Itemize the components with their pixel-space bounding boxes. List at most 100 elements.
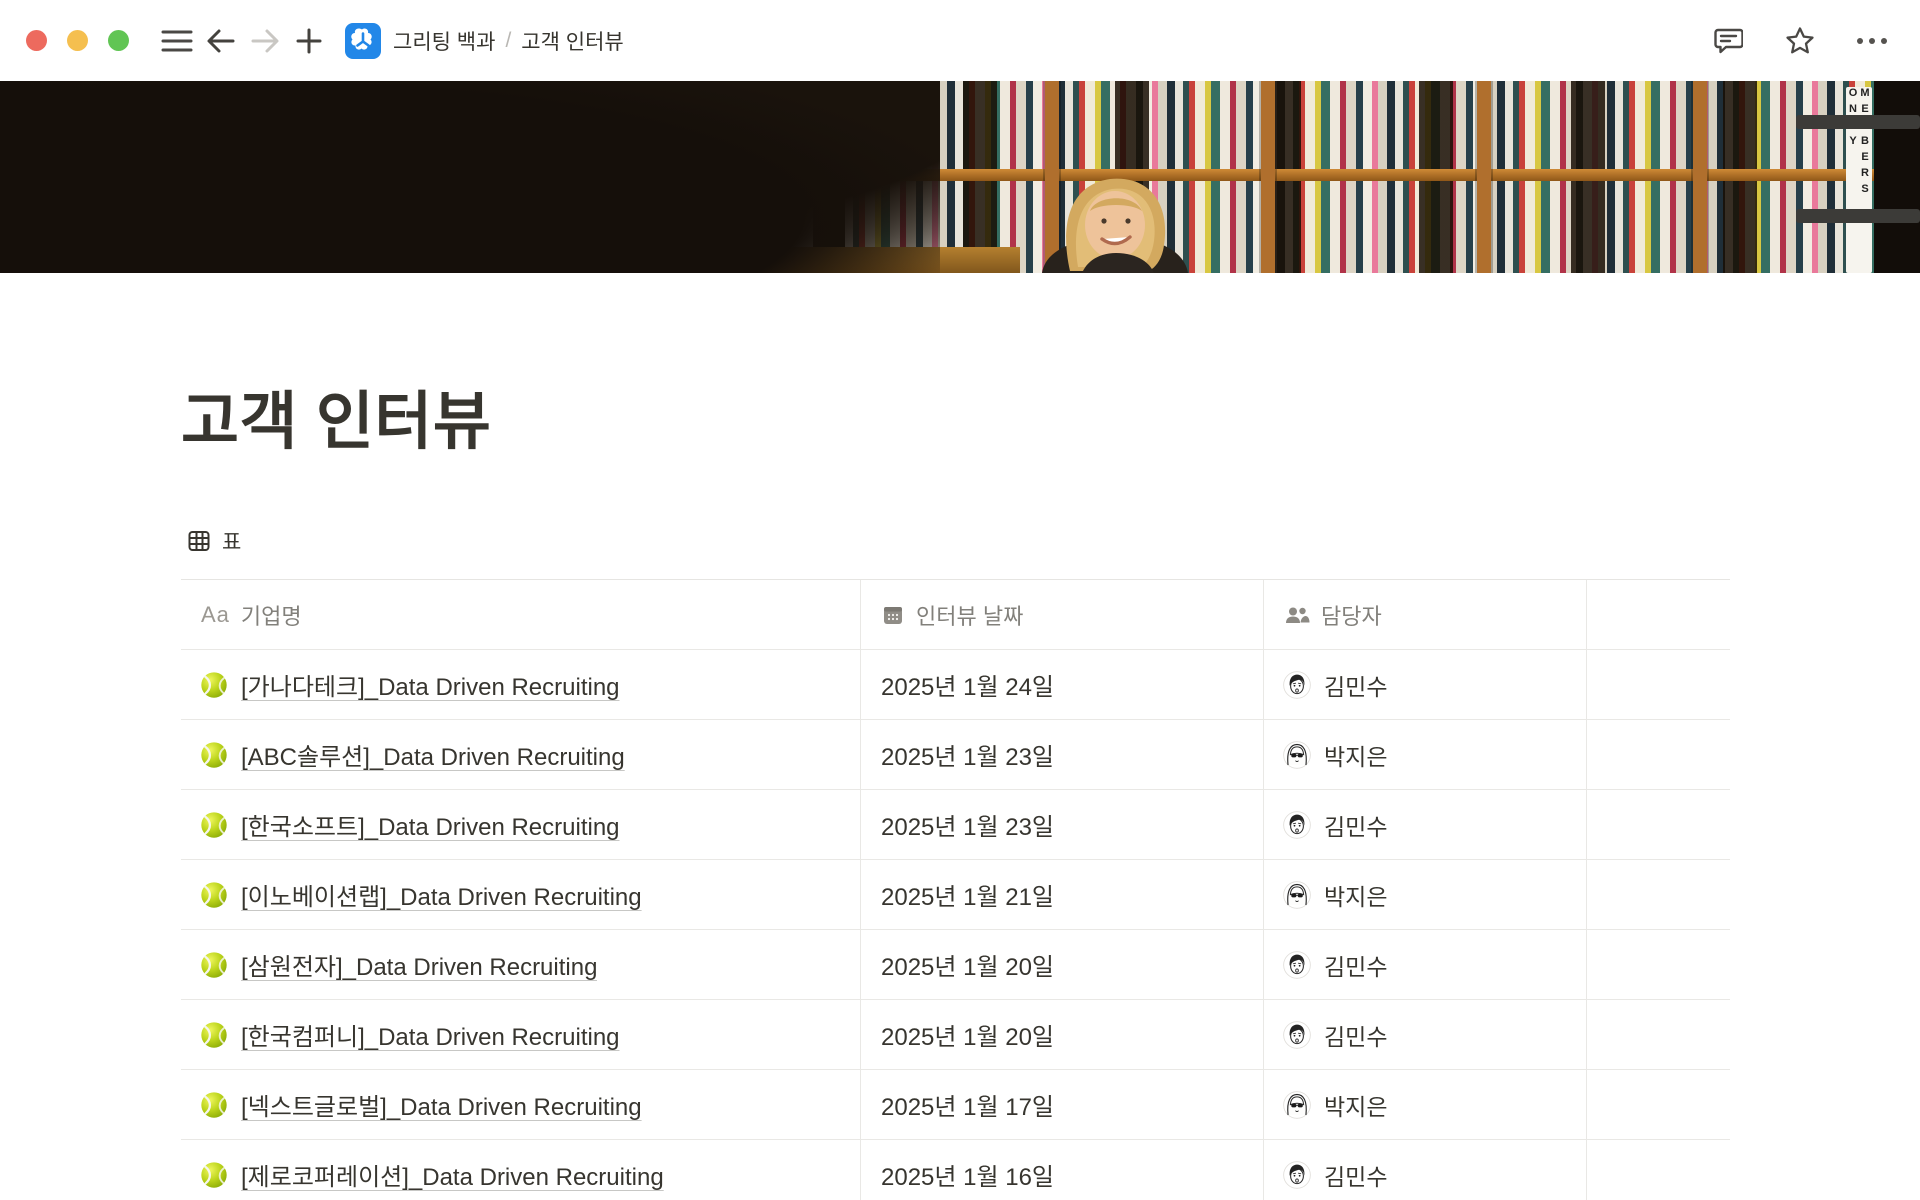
database-table: Aa 기업명 인터뷰 날짜 담당자 — [181, 580, 1730, 1200]
view-tabs: 표 — [181, 523, 1920, 559]
assignee-name: 박지은 — [1324, 1088, 1387, 1122]
tennis-ball-icon — [200, 1091, 228, 1119]
assignee-cell[interactable]: 김민수 — [1264, 650, 1587, 719]
company-cell[interactable]: [삼원전자]_Data Driven Recruiting — [181, 930, 861, 999]
assignee-name: 김민수 — [1324, 808, 1387, 842]
company-cell[interactable]: [넥스트글로벌]_Data Driven Recruiting — [181, 1070, 861, 1139]
table-view-icon — [187, 529, 211, 553]
assignee-name: 박지은 — [1324, 738, 1387, 772]
zoom-window-button[interactable] — [108, 30, 129, 51]
column-header-assignee[interactable]: 담당자 — [1264, 580, 1587, 649]
table-row: [제로코퍼레이션]_Data Driven Recruiting 2025년 1… — [181, 1140, 1730, 1200]
text-property-icon: Aa — [201, 602, 230, 628]
empty-cell[interactable] — [1587, 860, 1730, 929]
table-body: [가나다테크]_Data Driven Recruiting 2025년 1월 … — [181, 650, 1730, 1200]
app-window: 그리팅 백과 / 고객 인터뷰 — [0, 0, 1920, 1200]
page-title[interactable]: 고객 인터뷰 — [181, 385, 1920, 459]
assignee-avatar — [1283, 1091, 1311, 1119]
more-options-icon[interactable] — [1850, 19, 1894, 63]
tennis-ball-icon — [200, 951, 228, 979]
company-cell[interactable]: [한국컴퍼니]_Data Driven Recruiting — [181, 1000, 861, 1069]
assignee-cell[interactable]: 김민수 — [1264, 790, 1587, 859]
assignee-cell[interactable]: 김민수 — [1264, 1140, 1587, 1200]
window-controls — [26, 30, 129, 51]
company-link[interactable]: [가나다테크]_Data Driven Recruiting — [241, 667, 620, 702]
company-link[interactable]: [넥스트글로벌]_Data Driven Recruiting — [241, 1087, 642, 1122]
column-header-empty[interactable] — [1587, 580, 1730, 649]
tab-table-view[interactable]: 표 — [181, 524, 247, 558]
company-link[interactable]: [이노베이션랩]_Data Driven Recruiting — [241, 877, 642, 912]
page-cover-image[interactable]: MEMBERS ONLY — [0, 81, 1920, 273]
breadcrumb-separator: / — [505, 29, 511, 53]
assignee-avatar — [1283, 1161, 1311, 1189]
comments-icon[interactable] — [1706, 19, 1750, 63]
empty-cell[interactable] — [1587, 930, 1730, 999]
empty-cell[interactable] — [1587, 1070, 1730, 1139]
workspace-logo-icon[interactable] — [345, 23, 381, 59]
forward-icon[interactable] — [243, 19, 287, 63]
assignee-name: 김민수 — [1324, 948, 1387, 982]
assignee-cell[interactable]: 김민수 — [1264, 930, 1587, 999]
tennis-ball-icon — [200, 1161, 228, 1189]
sidebar-menu-icon[interactable] — [155, 19, 199, 63]
assignee-cell[interactable]: 박지은 — [1264, 1070, 1587, 1139]
close-window-button[interactable] — [26, 30, 47, 51]
interview-date: 2025년 1월 21일 — [881, 877, 1054, 912]
company-cell[interactable]: [한국소프트]_Data Driven Recruiting — [181, 790, 861, 859]
empty-cell[interactable] — [1587, 650, 1730, 719]
company-link[interactable]: [ABC솔루션]_Data Driven Recruiting — [241, 737, 625, 772]
date-cell[interactable]: 2025년 1월 24일 — [861, 650, 1264, 719]
date-cell[interactable]: 2025년 1월 20일 — [861, 930, 1264, 999]
company-link[interactable]: [한국소프트]_Data Driven Recruiting — [241, 807, 620, 842]
date-cell[interactable]: 2025년 1월 23일 — [861, 790, 1264, 859]
table-row: [한국컴퍼니]_Data Driven Recruiting 2025년 1월 … — [181, 1000, 1730, 1070]
people-icon — [1284, 603, 1310, 627]
calendar-icon — [881, 603, 905, 627]
date-cell[interactable]: 2025년 1월 16일 — [861, 1140, 1264, 1200]
column-header-date[interactable]: 인터뷰 날짜 — [861, 580, 1264, 649]
toolbar-right — [1706, 19, 1894, 63]
page-body: 고객 인터뷰 표 Aa 기업명 인터뷰 날짜 담당자 — [0, 273, 1920, 1200]
tennis-ball-icon — [200, 671, 228, 699]
assignee-cell[interactable]: 박지은 — [1264, 860, 1587, 929]
empty-cell[interactable] — [1587, 790, 1730, 859]
column-header-date-label: 인터뷰 날짜 — [916, 599, 1023, 631]
back-icon[interactable] — [199, 19, 243, 63]
company-link[interactable]: [제로코퍼레이션]_Data Driven Recruiting — [241, 1157, 664, 1192]
tennis-ball-icon — [200, 881, 228, 909]
date-cell[interactable]: 2025년 1월 23일 — [861, 720, 1264, 789]
table-row: [가나다테크]_Data Driven Recruiting 2025년 1월 … — [181, 650, 1730, 720]
date-cell[interactable]: 2025년 1월 20일 — [861, 1000, 1264, 1069]
company-cell[interactable]: [가나다테크]_Data Driven Recruiting — [181, 650, 861, 719]
new-page-icon[interactable] — [287, 19, 331, 63]
tennis-ball-icon — [200, 811, 228, 839]
date-cell[interactable]: 2025년 1월 17일 — [861, 1070, 1264, 1139]
date-cell[interactable]: 2025년 1월 21일 — [861, 860, 1264, 929]
interview-date: 2025년 1월 23일 — [881, 737, 1054, 772]
ladder-graphic — [1874, 81, 1920, 273]
company-link[interactable]: [삼원전자]_Data Driven Recruiting — [241, 947, 597, 982]
assignee-cell[interactable]: 박지은 — [1264, 720, 1587, 789]
company-cell[interactable]: [제로코퍼레이션]_Data Driven Recruiting — [181, 1140, 861, 1200]
minimize-window-button[interactable] — [67, 30, 88, 51]
breadcrumb-current[interactable]: 고객 인터뷰 — [521, 26, 623, 56]
breadcrumb-parent[interactable]: 그리팅 백과 — [393, 26, 495, 56]
table-row: [삼원전자]_Data Driven Recruiting 2025년 1월 2… — [181, 930, 1730, 1000]
empty-cell[interactable] — [1587, 720, 1730, 789]
column-header-company[interactable]: Aa 기업명 — [181, 580, 861, 649]
empty-cell[interactable] — [1587, 1140, 1730, 1200]
company-cell[interactable]: [이노베이션랩]_Data Driven Recruiting — [181, 860, 861, 929]
column-header-company-label: 기업명 — [241, 599, 302, 631]
assignee-cell[interactable]: 김민수 — [1264, 1000, 1587, 1069]
company-link[interactable]: [한국컴퍼니]_Data Driven Recruiting — [241, 1017, 620, 1052]
woman-portrait-graphic — [1012, 167, 1224, 273]
favorite-star-icon[interactable] — [1778, 19, 1822, 63]
interview-date: 2025년 1월 23일 — [881, 807, 1054, 842]
assignee-avatar — [1283, 741, 1311, 769]
assignee-avatar — [1283, 881, 1311, 909]
empty-cell[interactable] — [1587, 1000, 1730, 1069]
assignee-avatar — [1283, 671, 1311, 699]
table-row: [넥스트글로벌]_Data Driven Recruiting 2025년 1월… — [181, 1070, 1730, 1140]
assignee-name: 김민수 — [1324, 668, 1387, 702]
company-cell[interactable]: [ABC솔루션]_Data Driven Recruiting — [181, 720, 861, 789]
